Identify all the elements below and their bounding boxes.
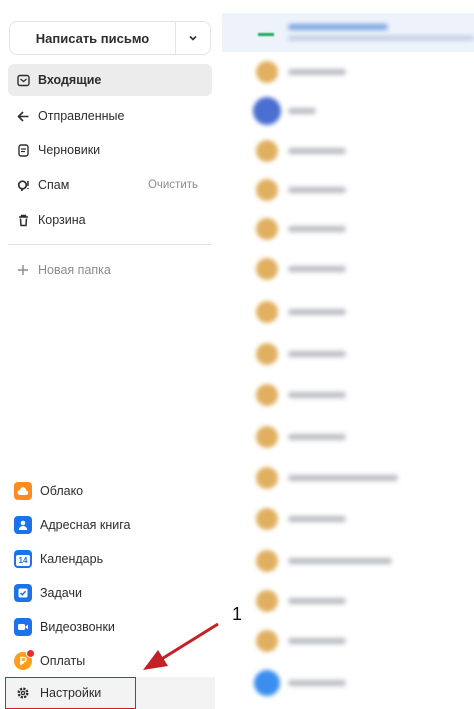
annotation-arrow <box>143 622 219 670</box>
